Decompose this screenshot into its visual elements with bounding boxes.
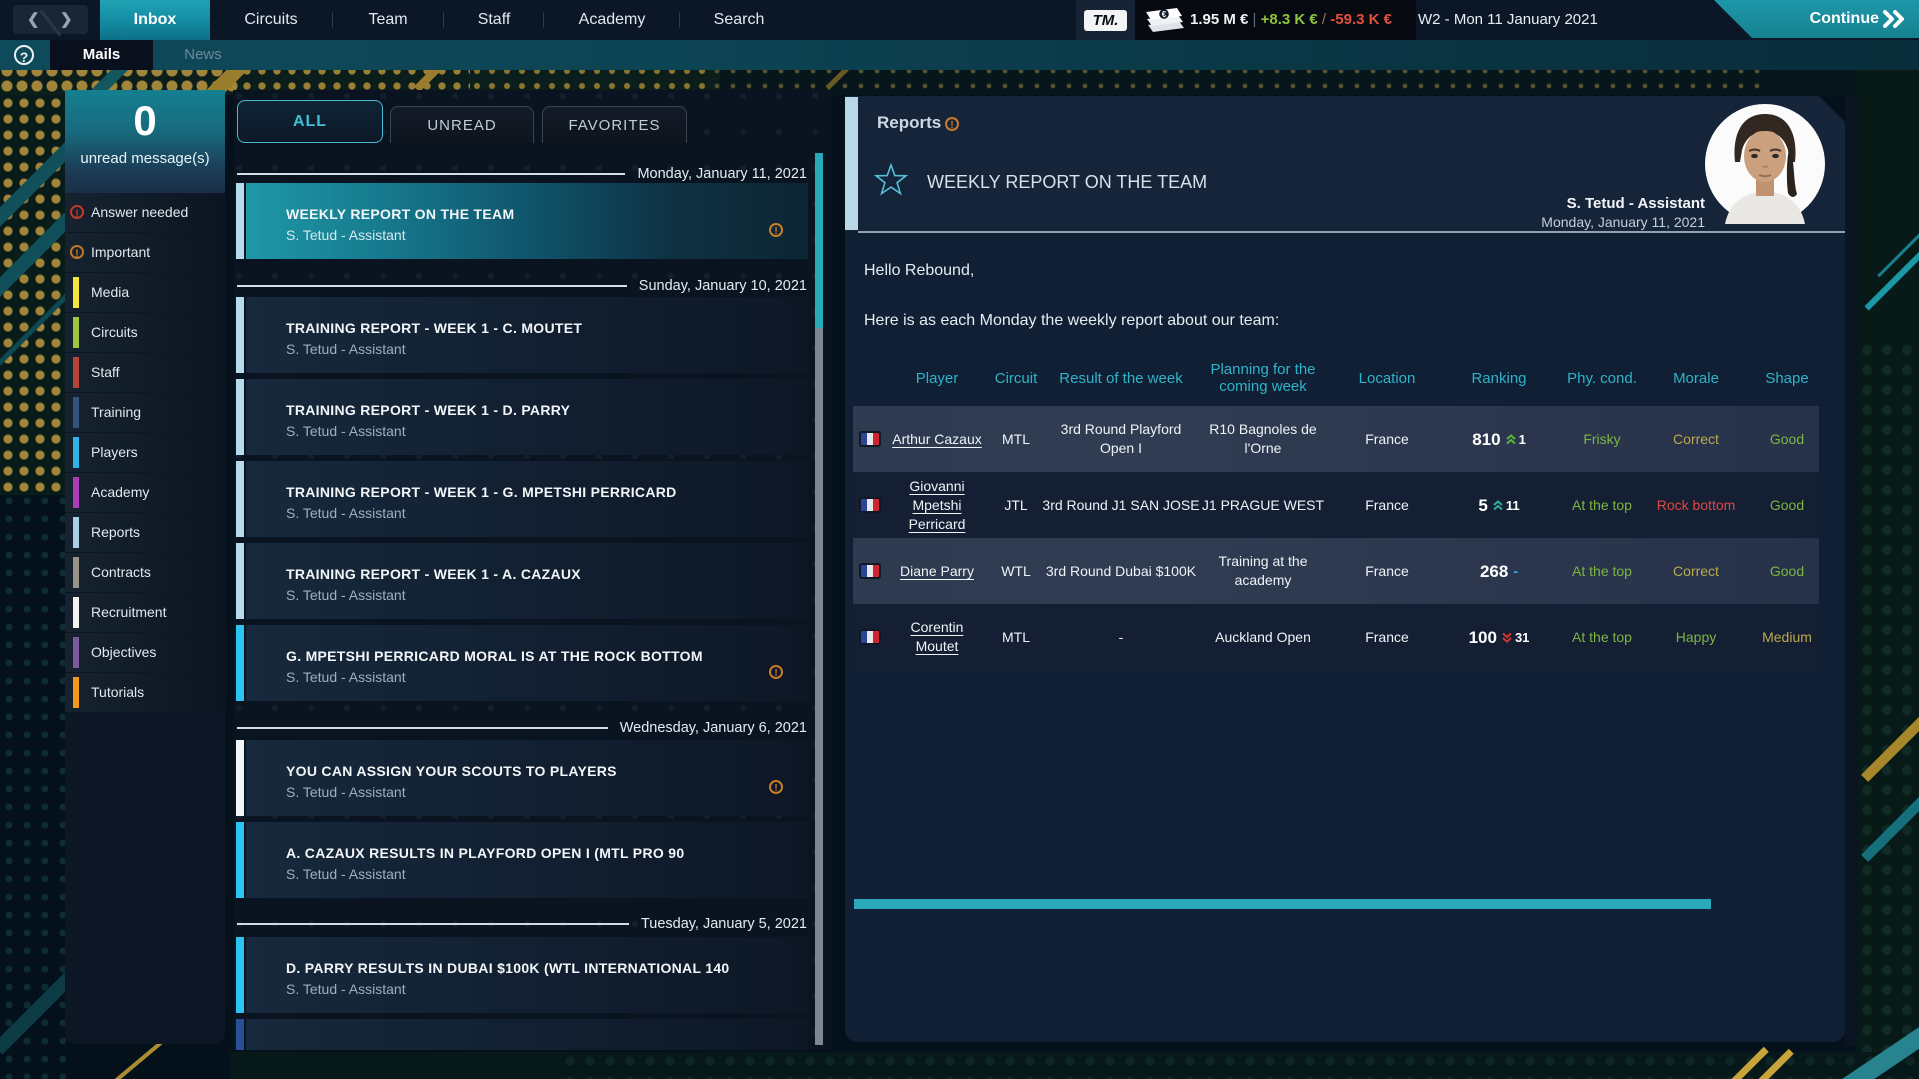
svg-text:€: € [1162, 10, 1167, 19]
